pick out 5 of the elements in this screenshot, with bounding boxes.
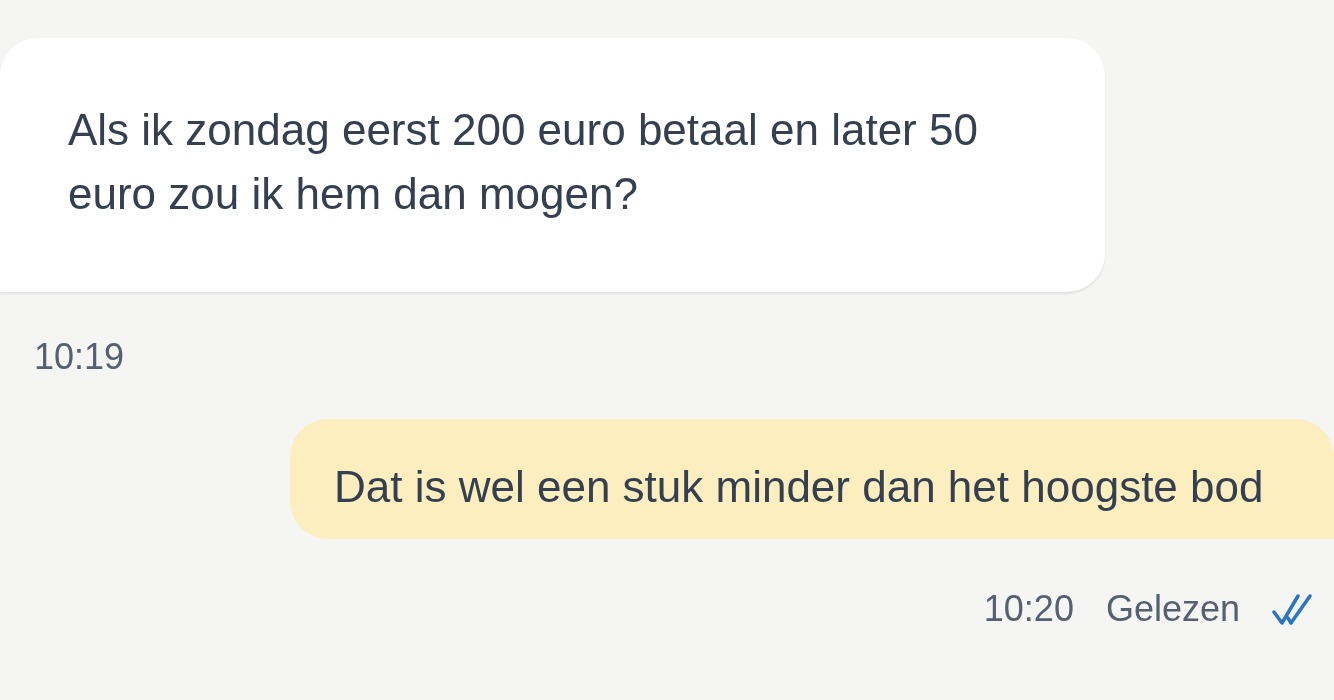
message-time: 10:20 [983,589,1074,629]
message-bubble: Als ik zondag eerst 200 euro betaal en later 50 euro zou ik hem dan mogen? [0,38,1105,292]
message-bubble: Dat is wel een stuk minder dan het hoogste bod [290,419,1334,539]
read-status: Gelezen [1105,589,1240,629]
message-time: 10:19 [34,337,125,377]
